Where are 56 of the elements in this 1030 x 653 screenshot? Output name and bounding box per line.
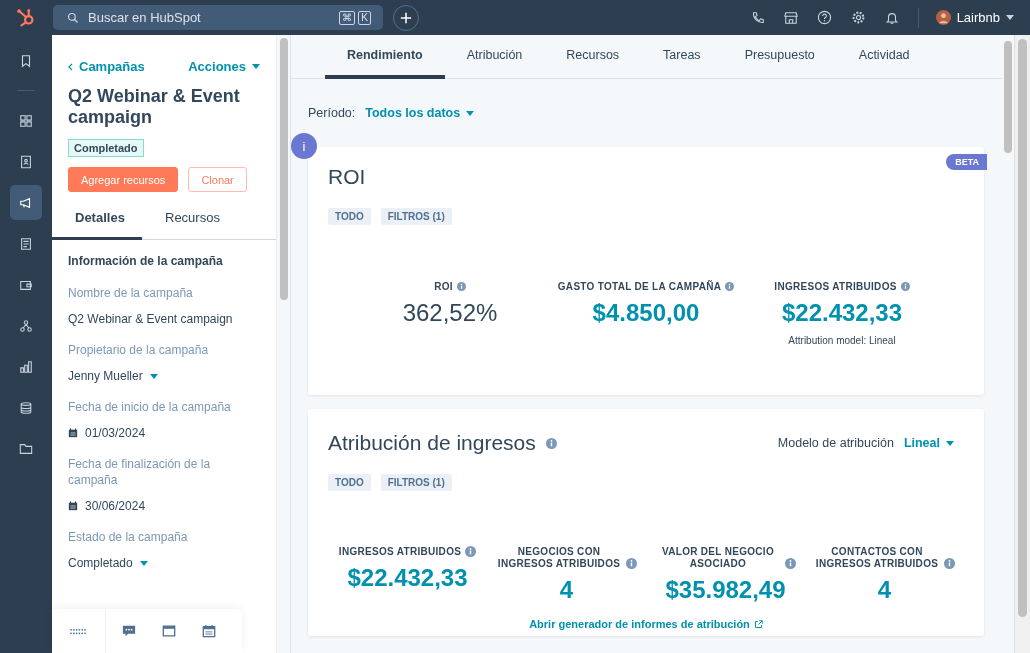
metric-label: INGRESOS ATRIBUIDOS xyxy=(774,281,897,292)
model-label: Modelo de atribución xyxy=(777,436,894,450)
filter-chip[interactable]: TODO xyxy=(328,208,371,225)
metric-value: $22.432,33 xyxy=(781,299,903,327)
field-label: Fecha de inicio de la campaña xyxy=(68,399,232,415)
panel-tab[interactable]: Detalles xyxy=(52,210,142,240)
date-field[interactable]: 30/06/2024 xyxy=(68,499,260,513)
main-tab[interactable]: Actividad xyxy=(836,35,932,79)
period-label: Período: xyxy=(308,106,356,120)
metric-label: INGRESOS ATRIBUIDOS xyxy=(338,546,462,558)
filter-chip[interactable]: TODO xyxy=(328,474,371,491)
metric-label: NEGOCIOS CON INGRESOS ATRIBUIDOS xyxy=(496,546,622,570)
attribution-report-link[interactable]: Abrir generador de informes de atribución xyxy=(328,618,964,630)
search-field[interactable]: Buscar en HubSpot ⌘ K xyxy=(53,5,383,30)
metric-value: $35.982,49 xyxy=(665,576,786,604)
field-dropdown[interactable]: Completado xyxy=(68,556,260,570)
period-dropdown[interactable]: Todos los datos xyxy=(365,106,475,120)
date-field[interactable]: 01/03/2024 xyxy=(68,426,260,440)
main-tab[interactable]: Rendimiento xyxy=(325,35,445,79)
metric-value: $22.432,33 xyxy=(347,564,468,592)
shortcut-key: K xyxy=(358,10,371,25)
section-title: Información de la campaña xyxy=(68,254,224,268)
metric-note: Attribution model: Lineal xyxy=(788,335,896,346)
actions-menu[interactable]: Acciones xyxy=(188,59,260,74)
beta-badge: BETA xyxy=(946,154,987,170)
search-input[interactable]: Buscar en HubSpot xyxy=(86,9,333,26)
metric-value: 362,52% xyxy=(402,299,498,327)
main-tab[interactable]: Atribución xyxy=(444,35,545,79)
filter-chip[interactable]: FILTROS (1) xyxy=(380,208,452,225)
metric-value: 4 xyxy=(877,576,892,604)
info-button[interactable]: i xyxy=(291,133,317,159)
field-value: Q2 Webinar & Event campaign xyxy=(68,312,234,326)
filter-chip[interactable]: FILTROS (1) xyxy=(380,474,452,491)
metric-value: 4 xyxy=(559,576,574,604)
account-menu[interactable]: Lairbnb xyxy=(935,10,1014,25)
panel-tab[interactable]: Recursos xyxy=(142,210,232,240)
field-label: Fecha de finalización de la campaña xyxy=(68,456,212,488)
metric-value: $4.850,00 xyxy=(592,299,700,327)
model-dropdown[interactable]: Lineal xyxy=(903,436,954,450)
back-link[interactable]: Campañas xyxy=(68,59,145,74)
main-tab[interactable]: Tareas xyxy=(641,35,723,79)
field-label: Nombre de la campaña xyxy=(68,285,194,301)
field-label: Estado de la campaña xyxy=(68,529,189,545)
card-title: Atribución de ingresos xyxy=(328,431,536,455)
main-tab[interactable]: Recursos xyxy=(544,35,642,79)
campaign-title: Q2 Webinar & Event campaign xyxy=(68,86,241,128)
card-title: ROI xyxy=(328,165,367,189)
shortcut-key: ⌘ xyxy=(339,10,356,25)
status-tag: Completado xyxy=(68,139,144,157)
main-tab[interactable]: Presupuesto xyxy=(722,35,837,79)
metric-label: VALOR DEL NEGOCIO ASOCIADO xyxy=(661,546,775,570)
field-dropdown[interactable]: Jenny Mueller xyxy=(68,369,260,383)
metric-label: CONTACTOS CON INGRESOS ATRIBUIDOS xyxy=(814,546,940,570)
metric-label: GASTO TOTAL DE LA CAMPAÑA xyxy=(557,281,722,292)
metric-label: ROI xyxy=(434,281,453,292)
field-label: Propietario de la campaña xyxy=(68,342,210,358)
